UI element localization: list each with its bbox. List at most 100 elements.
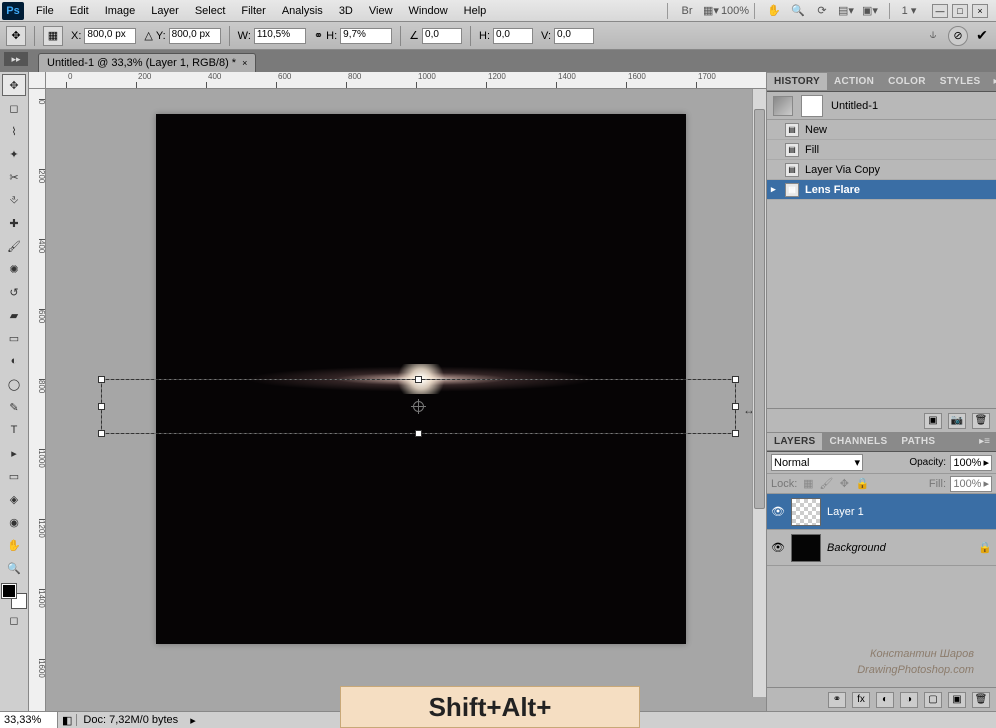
create-document-from-state-button[interactable]: ▣ [924, 413, 942, 429]
ruler-origin[interactable] [29, 72, 46, 89]
tab-color[interactable]: COLOR [881, 73, 933, 90]
tab-history[interactable]: HISTORY [767, 73, 827, 90]
reference-point-icon[interactable]: ▦ [43, 26, 63, 46]
dodge-tool[interactable]: ◯ [2, 373, 26, 395]
hand-tool[interactable]: ✋ [2, 534, 26, 556]
create-snapshot-button[interactable]: 📷 [948, 413, 966, 429]
layer-visibility-icon[interactable]: 👁 [771, 541, 785, 555]
menu-select[interactable]: Select [187, 2, 234, 20]
zoom-level[interactable]: 100% [726, 2, 744, 20]
warp-mode-icon[interactable]: ⫝ [924, 27, 942, 45]
delete-state-button[interactable]: 🗑 [972, 413, 990, 429]
tab-channels[interactable]: CHANNELS [822, 433, 894, 450]
h-input[interactable]: 9,7% [340, 28, 392, 44]
healing-brush-tool[interactable]: ✚ [2, 212, 26, 234]
tab-layers[interactable]: LAYERS [767, 433, 822, 450]
arrange-docs-icon[interactable]: ▤▾ [837, 2, 855, 20]
menu-image[interactable]: Image [97, 2, 144, 20]
transform-handle-mr[interactable] [732, 403, 739, 410]
history-brush-tool[interactable]: ↺ [2, 281, 26, 303]
lock-transparency-icon[interactable]: ▦ [801, 477, 815, 491]
layer-name-label[interactable]: Background [827, 542, 886, 554]
close-tab-icon[interactable]: × [242, 58, 247, 68]
bridge-icon[interactable]: Br [678, 2, 696, 20]
window-close[interactable]: × [972, 4, 988, 18]
new-layer-button[interactable]: ▣ [948, 692, 966, 708]
y-input[interactable]: 800,0 px [169, 28, 221, 44]
menu-edit[interactable]: Edit [62, 2, 97, 20]
path-select-tool[interactable]: ▸ [2, 442, 26, 464]
lasso-tool[interactable]: ⌇ [2, 120, 26, 142]
view-extras-icon[interactable]: ▦▾ [702, 2, 720, 20]
quick-select-tool[interactable]: ✦ [2, 143, 26, 165]
screen-mode-icon[interactable]: ▣▾ [861, 2, 879, 20]
status-doc-info[interactable]: Doc: 7,32M/0 bytes [76, 714, 184, 726]
transform-handle-bl[interactable] [98, 430, 105, 437]
menu-3d[interactable]: 3D [331, 2, 361, 20]
window-maximize[interactable]: □ [952, 4, 968, 18]
document-tab[interactable]: Untitled-1 @ 33,3% (Layer 1, RGB/8) * × [38, 53, 256, 72]
layer-name-label[interactable]: Layer 1 [827, 506, 864, 518]
opacity-input[interactable]: 100%▸ [950, 455, 992, 471]
menu-layer[interactable]: Layer [143, 2, 187, 20]
blend-mode-select[interactable]: Normal▾ [771, 454, 863, 471]
gradient-tool[interactable]: ▭ [2, 327, 26, 349]
foreground-color-swatch[interactable] [2, 584, 16, 598]
color-swatches[interactable] [2, 584, 26, 608]
commit-transform-button[interactable]: ✔ [974, 28, 990, 44]
history-item[interactable]: ▤Layer Via Copy [767, 160, 996, 180]
transform-handle-tr[interactable] [732, 376, 739, 383]
ruler-horizontal[interactable]: 020040060080010001200140016001700 [46, 72, 766, 89]
cancel-transform-button[interactable]: ⊘ [948, 26, 968, 46]
layer-row[interactable]: 👁 Layer 1 [767, 494, 996, 530]
transform-handle-bc[interactable] [415, 430, 422, 437]
transform-bounding-box[interactable] [101, 379, 736, 434]
menu-window[interactable]: Window [401, 2, 456, 20]
menu-analysis[interactable]: Analysis [274, 2, 331, 20]
rotate-view-icon[interactable]: ⟳ [813, 2, 831, 20]
history-item[interactable]: ▤Fill [767, 140, 996, 160]
transform-handle-tl[interactable] [98, 376, 105, 383]
move-tool[interactable]: ✥ [2, 74, 26, 96]
zoom-tool[interactable]: 🔍 [2, 557, 26, 579]
layer-visibility-icon[interactable]: 👁 [771, 505, 785, 519]
layer-group-button[interactable]: ▢ [924, 692, 942, 708]
type-tool[interactable]: T [2, 419, 26, 441]
menu-view[interactable]: View [361, 2, 401, 20]
clone-stamp-tool[interactable]: ✺ [2, 258, 26, 280]
adjustment-layer-button[interactable]: ◑ [900, 692, 918, 708]
status-info-menu[interactable]: ▸ [184, 714, 202, 727]
marquee-tool[interactable]: ◻ [2, 97, 26, 119]
w-input[interactable]: 110,5% [254, 28, 306, 44]
tab-action[interactable]: ACTION [827, 73, 881, 90]
blur-tool[interactable]: ◐ [2, 350, 26, 372]
history-panel-menu[interactable]: ▸≡ [987, 74, 996, 89]
eyedropper-tool[interactable]: ⎀ [2, 189, 26, 211]
eraser-tool[interactable]: ▰ [2, 304, 26, 326]
lock-pixels-icon[interactable]: 🖌 [819, 477, 833, 491]
delete-layer-button[interactable]: 🗑 [972, 692, 990, 708]
layer-style-button[interactable]: fx [852, 692, 870, 708]
transform-handle-tc[interactable] [415, 376, 422, 383]
3d-camera-tool[interactable]: ◉ [2, 511, 26, 533]
shape-tool[interactable]: ▭ [2, 465, 26, 487]
crop-tool[interactable]: ✂ [2, 166, 26, 188]
status-zoom-field[interactable]: 33,33% [0, 712, 58, 728]
x-input[interactable]: 800,0 px [84, 28, 136, 44]
workspace-switcher[interactable]: 1 ▾ [900, 2, 918, 20]
history-brush-source-icon[interactable] [773, 96, 793, 116]
3d-tool[interactable]: ◈ [2, 488, 26, 510]
menu-filter[interactable]: Filter [233, 2, 273, 20]
tab-paths[interactable]: PATHS [894, 433, 942, 450]
transform-handle-ml[interactable] [98, 403, 105, 410]
layer-mask-button[interactable]: ◐ [876, 692, 894, 708]
layer-thumbnail[interactable] [791, 498, 821, 526]
history-snapshot-row[interactable]: Untitled-1 [767, 92, 996, 120]
transform-handle-br[interactable] [732, 430, 739, 437]
layer-row[interactable]: 👁Background🔒 [767, 530, 996, 566]
collapse-panels-icon[interactable]: ▸▸ [4, 52, 28, 66]
history-item[interactable]: ▤New [767, 120, 996, 140]
transform-tool-icon[interactable]: ✥ [6, 26, 26, 46]
transform-center-point[interactable] [413, 401, 424, 412]
pen-tool[interactable]: ✎ [2, 396, 26, 418]
